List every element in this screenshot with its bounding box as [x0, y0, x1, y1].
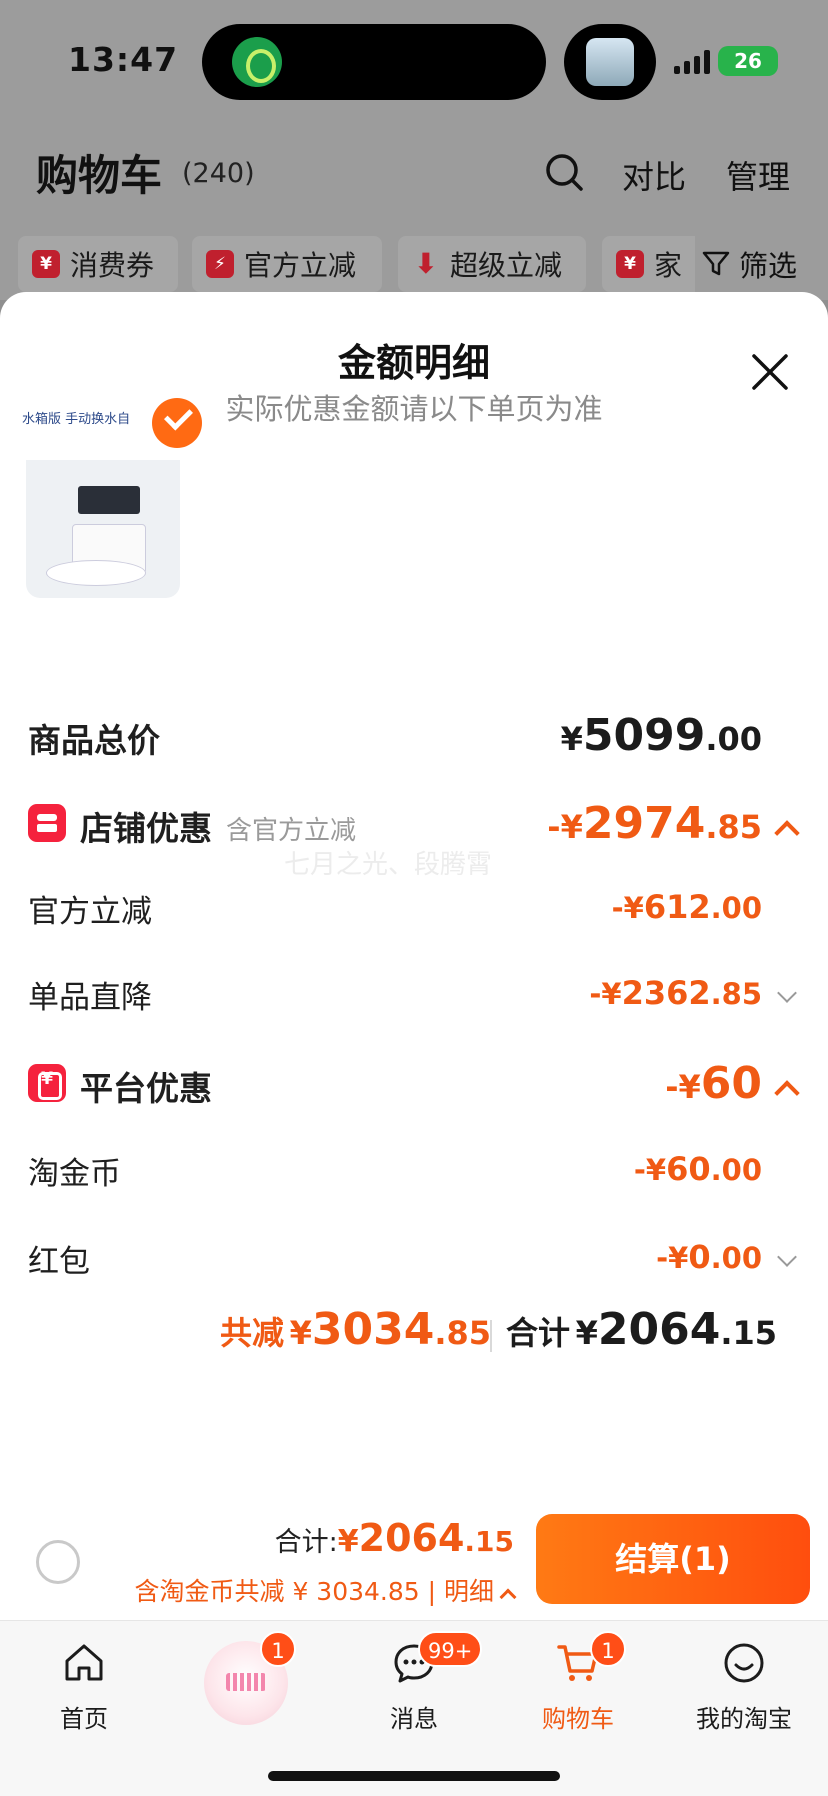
tab-label: 首页: [60, 1705, 108, 1733]
home-icon: [65, 1644, 103, 1681]
tab-cart[interactable]: 1 购物车: [508, 1631, 648, 1745]
product-water-tank: [78, 486, 140, 514]
live-activity-app-icon: [232, 37, 282, 87]
lightning-icon: ⚡: [206, 250, 234, 278]
product-caption: 水箱版 手动换水自: [22, 412, 131, 427]
message-badge: 99+: [418, 1631, 483, 1667]
checkout-total: 合计:¥2064.15: [274, 1516, 514, 1560]
row-direct-discount[interactable]: 单品直降 -¥2362.85: [0, 970, 828, 1020]
tab-my-taobao[interactable]: 我的淘宝: [674, 1635, 814, 1745]
row-platform-discount[interactable]: 平台优惠 -¥60: [0, 1058, 828, 1118]
chevron-up-icon[interactable]: [774, 1080, 800, 1106]
row-taobao-coins: 淘金币 -¥60.00: [0, 1146, 828, 1196]
chevron-up-icon: [499, 1588, 517, 1606]
shop-discount-amount: -¥2974.85: [547, 798, 762, 849]
tab-messages[interactable]: 99+ 消息: [344, 1631, 484, 1745]
chip-super-discount[interactable]: ⬇ 超级立减: [398, 236, 586, 292]
row-red-packet[interactable]: 红包 -¥0.00: [0, 1234, 828, 1284]
coupon-icon: ¥: [32, 250, 60, 278]
divider: [490, 1320, 492, 1352]
tab-home[interactable]: 首页: [14, 1635, 154, 1745]
summary-line: 共减 ¥3034.85 合计 ¥2064.15: [0, 1304, 828, 1364]
filter-label: 筛选: [739, 249, 798, 283]
dynamic-island-secondary[interactable]: [564, 24, 656, 100]
total-discount: 共减 ¥3034.85: [220, 1304, 492, 1355]
home-indicator[interactable]: [268, 1771, 560, 1781]
product-robot: [46, 560, 146, 586]
filter-icon: [702, 251, 730, 276]
cart-badge: 1: [590, 1631, 626, 1667]
chip-label: 家: [654, 249, 683, 282]
direct-discount-amount: -¥2362.85: [589, 974, 762, 1012]
search-icon[interactable]: [544, 152, 584, 192]
dynamic-island[interactable]: [202, 24, 546, 100]
chip-label: 超级立减: [450, 249, 563, 282]
down-arrow-icon: ⬇: [414, 247, 438, 280]
cart-item-count: (240): [182, 158, 255, 189]
row-label: 平台优惠: [80, 1069, 212, 1108]
row-goods-total: 商品总价 ¥5099.00: [0, 710, 828, 770]
chip-coupon[interactable]: ¥ 消费券: [18, 236, 178, 292]
row-note: 含官方立减: [226, 816, 357, 846]
status-time: 13:47: [68, 40, 179, 79]
promo-badge: 1: [260, 1631, 296, 1667]
discount-detail-toggle[interactable]: 含淘金币共减 ¥ 3034.85 | 明细: [135, 1572, 517, 1608]
battery-indicator: 26: [718, 46, 778, 76]
product-thumbnail[interactable]: [26, 460, 180, 598]
sheet-title: 金额明细: [337, 341, 490, 385]
coupon-icon: ¥: [616, 250, 644, 278]
row-shop-discount[interactable]: 店铺优惠 含官方立减 -¥2974.85: [0, 798, 828, 858]
red-packet-amount: -¥0.00: [656, 1238, 762, 1276]
chip-label: 官方立减: [244, 249, 357, 282]
row-label: 单品直降: [28, 980, 152, 1016]
manage-button[interactable]: 管理: [726, 152, 790, 198]
checkout-button[interactable]: 结算(1): [536, 1514, 810, 1604]
summary-total: 合计 ¥2064.15: [506, 1304, 778, 1355]
chip-label: 消费券: [70, 249, 155, 282]
compare-button[interactable]: 对比: [622, 152, 686, 198]
filter-chips: ¥ 消费券 ⚡ 官方立减 ⬇ 超级立减 ¥ 家 筛选: [0, 236, 828, 292]
chevron-up-icon[interactable]: [774, 820, 800, 846]
chip-official-discount[interactable]: ⚡ 官方立减: [192, 236, 382, 292]
row-label: 店铺优惠: [80, 809, 212, 848]
platform-coupon-icon: [28, 1064, 66, 1102]
official-discount-amount: -¥612.00: [611, 888, 762, 926]
tab-label: 购物车: [542, 1705, 614, 1733]
thumbnail-icon: [586, 38, 634, 86]
row-label: 商品总价: [28, 721, 160, 760]
platform-discount-amount: -¥60: [665, 1058, 762, 1109]
selected-check-icon[interactable]: [152, 398, 202, 448]
checkout-bar: 合计:¥2064.15 含淘金币共减 ¥ 3034.85 | 明细 结算(1): [0, 1508, 828, 1618]
cellular-signal-icon: [674, 50, 712, 74]
page-title: 购物车: [36, 151, 163, 200]
cart-header: 购物车 (240) 对比 管理: [0, 130, 828, 210]
tab-bar: 首页 1 99+ 消息 1 购物车 我的淘宝: [0, 1620, 828, 1796]
tab-promo[interactable]: 1: [176, 1631, 316, 1745]
row-label: 淘金币: [28, 1156, 121, 1192]
select-all-checkbox[interactable]: [36, 1540, 80, 1584]
chevron-down-icon[interactable]: [777, 1247, 797, 1267]
row-label: 红包: [28, 1244, 90, 1280]
coins-amount: -¥60.00: [633, 1150, 762, 1188]
filter-button[interactable]: 筛选: [695, 236, 798, 292]
status-bar: 13:47 26: [0, 0, 828, 110]
shop-icon: [28, 804, 66, 842]
goods-total-amount: ¥5099.00: [560, 710, 762, 761]
row-label: 官方立减: [28, 894, 152, 930]
close-icon[interactable]: [750, 352, 790, 392]
tab-label: 消息: [390, 1705, 438, 1733]
row-official-discount: 官方立减 -¥612.00: [0, 884, 828, 934]
tab-label: 我的淘宝: [696, 1705, 792, 1733]
profile-icon: [724, 1643, 764, 1683]
chevron-down-icon[interactable]: [777, 983, 797, 1003]
